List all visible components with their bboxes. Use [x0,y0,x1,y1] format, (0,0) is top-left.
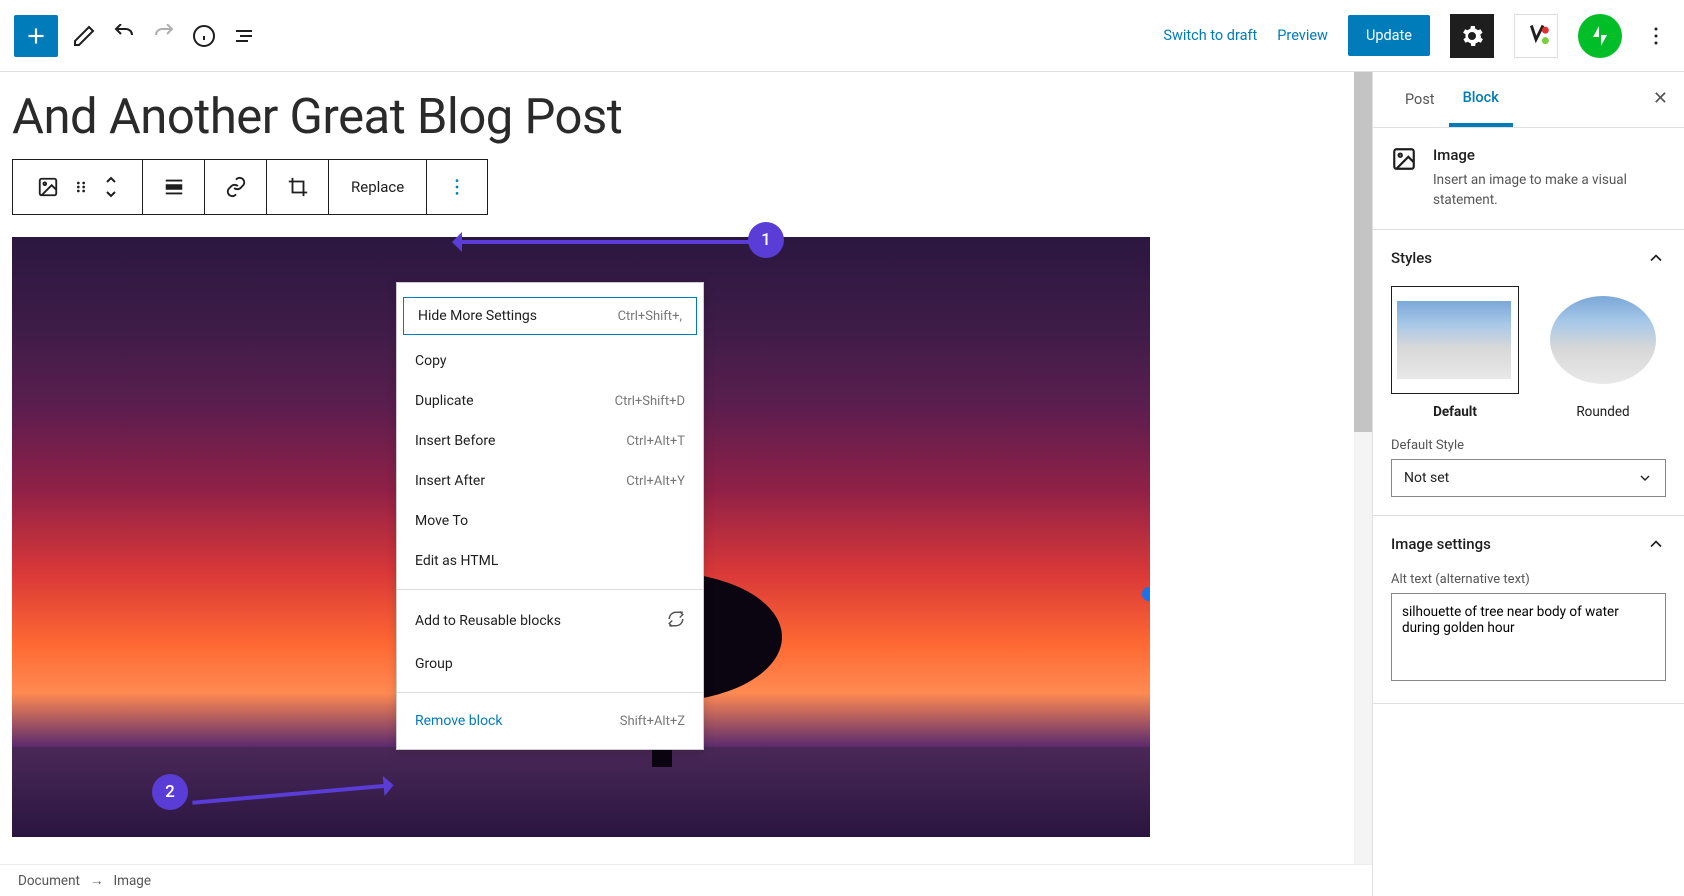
annotation-badge-2: 2 [152,774,188,810]
update-button[interactable]: Update [1348,15,1430,56]
yoast-button[interactable] [1514,14,1558,58]
block-type-cell[interactable] [13,160,143,214]
alt-text-label: Alt text (alternative text) [1391,572,1666,587]
align-icon [163,176,185,198]
menu-label: Copy [415,353,447,369]
menu-move-to[interactable]: Move To [397,501,703,541]
toolbar-right: Switch to draft Preview Update [1163,14,1670,58]
style-rounded[interactable]: Rounded [1539,286,1667,420]
menu-shortcut: Ctrl+Shift+D [615,394,685,409]
menu-label: Remove block [415,713,502,729]
style-label: Rounded [1539,404,1667,420]
panel-title: Image settings [1391,535,1491,553]
more-options-icon[interactable] [1642,22,1670,50]
drag-handle-icon[interactable] [73,179,89,195]
breadcrumb-current[interactable]: Image [113,873,151,889]
menu-group[interactable]: Group [397,644,703,684]
chevron-down-icon [1637,470,1653,486]
menu-duplicate[interactable]: Duplicate Ctrl+Shift+D [397,381,703,421]
breadcrumb-arrow: → [90,873,104,889]
default-style-select[interactable]: Not set [1391,459,1666,497]
undo-icon[interactable] [110,22,138,50]
block-toolbar: Replace [12,159,488,215]
style-options: Default Rounded [1391,286,1666,420]
block-description: Insert an image to make a visual stateme… [1433,170,1666,211]
redo-icon [150,22,178,50]
block-options-dropdown: Hide More Settings Ctrl+Shift+, Copy Dup… [396,282,704,750]
breadcrumb-document[interactable]: Document [18,873,80,889]
annotation-arrow-1 [454,240,766,244]
menu-copy[interactable]: Copy [397,341,703,381]
editor-canvas: And Another Great Blog Post Replace [0,72,1372,896]
move-arrows-icon[interactable] [103,175,119,199]
menu-shortcut: Shift+Alt+Z [620,714,685,729]
list-view-icon[interactable] [230,22,258,50]
menu-label: Move To [415,513,468,529]
chevron-up-icon [1646,534,1666,554]
switch-to-draft-link[interactable]: Switch to draft [1163,27,1257,44]
replace-button[interactable]: Replace [329,160,427,214]
menu-label: Insert After [415,473,485,489]
styles-panel: Styles Default Rounded Default Style [1373,230,1684,516]
tab-post[interactable]: Post [1391,72,1449,127]
scrollbar-thumb[interactable] [1354,72,1372,432]
block-title: Image [1433,146,1666,164]
menu-add-reusable[interactable]: Add to Reusable blocks [397,598,703,644]
sidebar: Post Block ✕ Image Insert an image to ma… [1372,72,1684,896]
panel-title: Styles [1391,249,1432,267]
tab-block[interactable]: Block [1449,72,1513,127]
image-block-icon [37,176,59,198]
menu-remove-block[interactable]: Remove block Shift+Alt+Z [397,701,703,741]
breadcrumb: Document → Image [0,864,1372,896]
image-settings-panel: Image settings Alt text (alternative tex… [1373,516,1684,704]
editor-scrollbar[interactable] [1354,72,1372,896]
crop-icon [287,176,309,198]
crop-cell[interactable] [267,160,329,214]
info-icon[interactable] [190,22,218,50]
settings-button[interactable] [1450,14,1494,58]
sidebar-tabs: Post Block ✕ [1373,72,1684,128]
menu-shortcut: Ctrl+Alt+Y [626,474,685,489]
block-options-button[interactable] [427,160,487,214]
link-cell[interactable] [205,160,267,214]
toolbar-left [14,15,258,57]
alt-text-input[interactable] [1391,593,1666,681]
top-toolbar: Switch to draft Preview Update [0,0,1684,72]
menu-hide-more-settings[interactable]: Hide More Settings Ctrl+Shift+, [403,297,697,335]
main-area: And Another Great Blog Post Replace [0,72,1684,896]
menu-label: Insert Before [415,433,495,449]
resize-handle[interactable] [1142,587,1150,601]
style-default[interactable]: Default [1391,286,1519,420]
menu-label: Group [415,656,453,672]
menu-label: Hide More Settings [418,308,537,324]
select-value: Not set [1404,470,1449,486]
default-style-label: Default Style [1391,438,1666,453]
image-settings-header[interactable]: Image settings [1373,516,1684,572]
styles-panel-header[interactable]: Styles [1373,230,1684,286]
edit-icon[interactable] [70,22,98,50]
image-icon [1391,146,1417,174]
close-sidebar-icon[interactable]: ✕ [1653,88,1668,109]
block-header: Image Insert an image to make a visual s… [1373,128,1684,230]
annotation-badge-1: 1 [748,222,784,258]
jetpack-button[interactable] [1578,14,1622,58]
link-icon [225,176,247,198]
chevron-up-icon [1646,248,1666,268]
menu-shortcut: Ctrl+Alt+T [626,434,685,449]
menu-insert-before[interactable]: Insert Before Ctrl+Alt+T [397,421,703,461]
add-block-button[interactable] [14,15,58,57]
post-title[interactable]: And Another Great Blog Post [12,88,1360,145]
menu-label: Add to Reusable blocks [415,613,561,629]
menu-label: Edit as HTML [415,553,498,569]
align-cell[interactable] [143,160,205,214]
menu-shortcut: Ctrl+Shift+, [618,309,682,324]
menu-label: Duplicate [415,393,474,409]
style-label: Default [1391,404,1519,420]
preview-link[interactable]: Preview [1277,27,1328,44]
refresh-icon [667,610,685,632]
menu-insert-after[interactable]: Insert After Ctrl+Alt+Y [397,461,703,501]
menu-edit-as-html[interactable]: Edit as HTML [397,541,703,581]
